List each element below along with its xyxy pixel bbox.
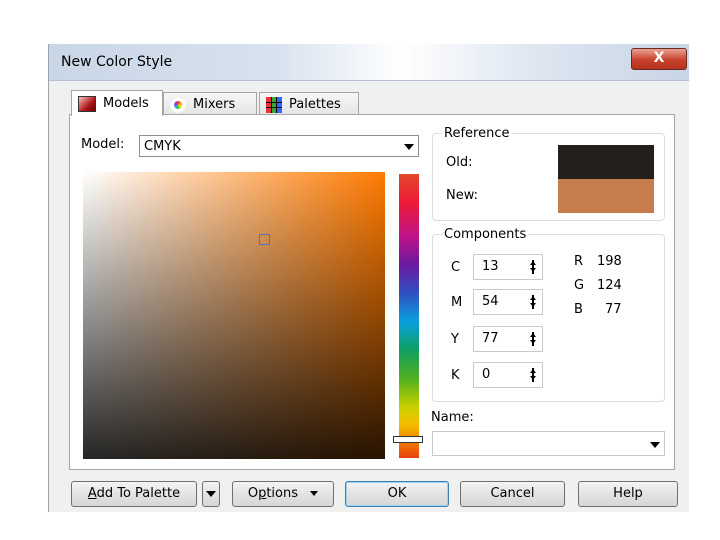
title-bar[interactable]: New Color Style X [49,44,689,81]
tab-models-label: Models [103,96,149,111]
k-stepper[interactable]: 0 [473,362,543,388]
help-button[interactable]: Help [578,481,678,507]
chevron-down-icon [310,491,319,496]
tab-mixers-label: Mixers [193,97,236,112]
spin-arrows-icon[interactable] [530,332,536,346]
spin-arrows-icon[interactable] [530,368,536,382]
b-value: 77 [605,302,622,317]
old-color-swatch [558,145,654,179]
tab-palettes-label: Palettes [289,97,341,112]
tab-palettes[interactable]: Palettes [259,92,359,116]
mixers-icon [170,96,186,113]
options-button[interactable]: Options [232,481,334,507]
model-label: Model: [81,137,125,152]
new-color-swatch [558,179,654,213]
color-picker-area[interactable] [83,172,385,459]
y-label: Y [451,332,459,347]
models-icon [78,95,96,112]
window-title: New Color Style [61,54,173,70]
chevron-down-icon [404,144,414,150]
k-label: K [451,368,460,383]
y-stepper[interactable]: 77 [473,326,543,352]
ok-button[interactable]: OK [345,481,449,507]
new-label: New: [446,188,479,203]
m-value: 54 [482,294,499,309]
tab-models[interactable]: Models [71,90,163,116]
r-value: 198 [597,254,622,269]
hue-slider[interactable] [399,174,419,458]
add-to-palette-menu-button[interactable] [202,481,220,507]
r-label: R [574,254,584,269]
c-value: 13 [482,259,499,274]
chevron-down-icon [650,442,660,448]
c-stepper[interactable]: 13 [473,254,543,280]
close-button[interactable]: X [631,48,687,70]
components-title: Components [442,227,529,242]
chevron-down-icon [206,491,216,497]
new-color-style-dialog: New Color Style X Models Mixers Palettes… [48,44,689,512]
name-label: Name: [431,410,474,425]
m-stepper[interactable]: 54 [473,289,543,315]
add-to-palette-button[interactable]: Add To Palette [71,481,197,507]
old-label: Old: [446,155,473,170]
g-value: 124 [597,278,622,293]
k-value: 0 [482,367,491,382]
model-dropdown[interactable]: CMYK [139,135,419,157]
reference-title: Reference [442,126,512,141]
tab-mixers[interactable]: Mixers [163,92,257,116]
color-picker-marker[interactable] [259,234,270,245]
spin-arrows-icon[interactable] [530,260,536,274]
components-group [432,234,665,402]
spin-arrows-icon[interactable] [530,295,536,309]
y-value: 77 [482,331,499,346]
m-label: M [451,295,463,310]
hue-slider-handle[interactable] [393,436,423,443]
g-label: G [574,278,585,293]
c-label: C [451,260,461,275]
model-value: CMYK [144,139,181,154]
palettes-icon [266,96,282,113]
cancel-button[interactable]: Cancel [460,481,565,507]
b-label: B [574,302,583,317]
name-dropdown[interactable] [432,431,665,456]
